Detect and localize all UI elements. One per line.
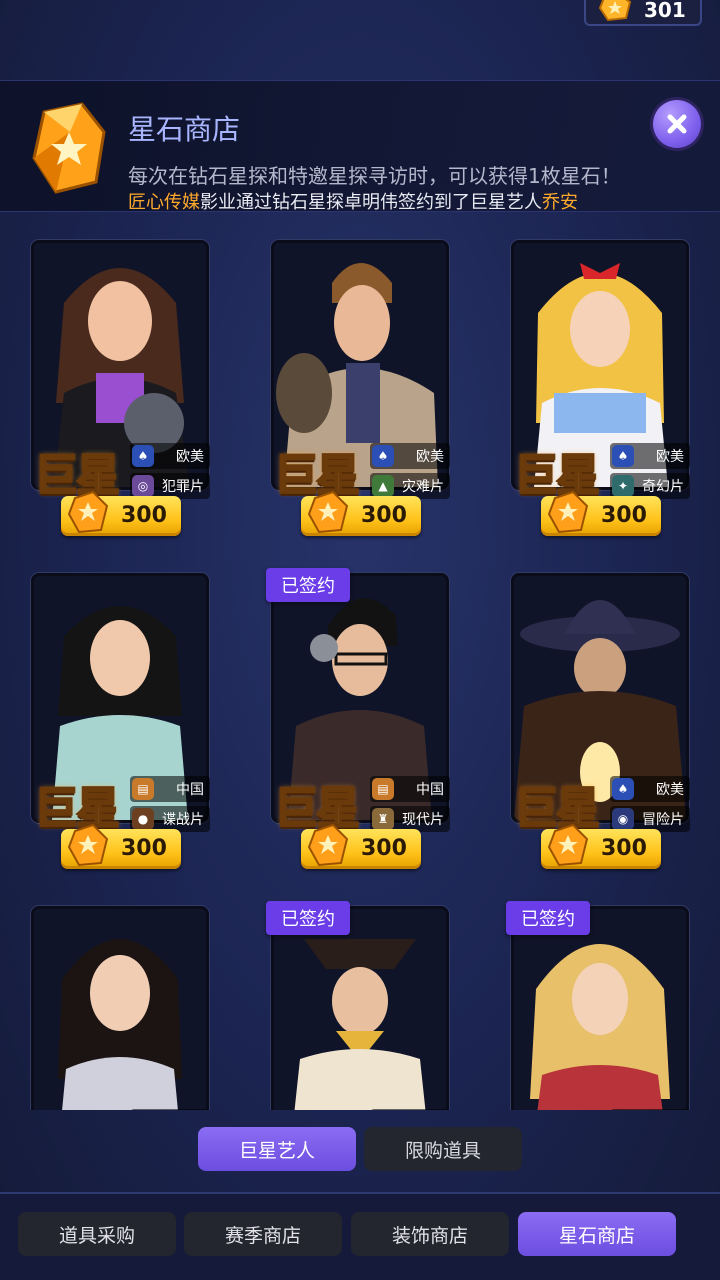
- artist-card[interactable]: ♠欧美 已签约: [506, 901, 690, 1110]
- star-stone-icon: [67, 490, 109, 534]
- price-value: 300: [601, 503, 647, 528]
- region-icon: ♠: [612, 445, 634, 467]
- genre-icon: ●: [132, 808, 154, 830]
- region-icon: ▤: [372, 778, 394, 800]
- nav-item-season-shop[interactable]: 赛季商店: [184, 1212, 342, 1256]
- artist-card[interactable]: 巨星 ▤ 中国 ● 谍战片: [31, 573, 210, 835]
- buy-button[interactable]: 300: [61, 823, 181, 869]
- region-tag: ▤中国: [130, 776, 210, 802]
- shop-title: 星石商店: [128, 113, 241, 146]
- signed-badge: 已签约: [506, 901, 590, 935]
- price-value: 300: [121, 503, 167, 528]
- star-stone-icon: [67, 823, 109, 867]
- currency-display: 301: [584, 0, 702, 26]
- buy-button[interactable]: 300: [301, 823, 421, 869]
- tab-limited-items[interactable]: 限购道具: [364, 1127, 522, 1171]
- star-stone-icon: [307, 490, 349, 534]
- star-stone-icon: [547, 490, 589, 534]
- star-stone-icon: [307, 823, 349, 867]
- price-value: 300: [121, 836, 167, 861]
- region-icon: ♠: [612, 778, 634, 800]
- genre-icon: ♜: [372, 808, 394, 830]
- star-stone-icon: [547, 823, 589, 867]
- region-tag: ♠欧美: [370, 443, 450, 469]
- artist-card[interactable]: 巨星 ♠ 欧美 ▲ 灾难片: [271, 240, 450, 502]
- region-tag: ▤中国: [130, 1109, 210, 1110]
- signed-badge: 已签约: [266, 568, 350, 602]
- artist-card[interactable]: 巨星 ▤ 中国 ♜ 现代片 已签约: [266, 568, 450, 835]
- artist-card[interactable]: 巨星 ♠ 欧美 ◎ 犯罪片: [31, 240, 210, 502]
- artist-card[interactable]: ▤中国 已签约: [266, 901, 450, 1110]
- buy-button[interactable]: 300: [61, 490, 181, 536]
- nav-item-decor-shop[interactable]: 装饰商店: [351, 1212, 509, 1256]
- artist-card[interactable]: 巨星 ♠ 欧美 ✦ 奇幻片: [511, 240, 690, 502]
- close-button[interactable]: [653, 100, 701, 148]
- close-icon: [667, 114, 687, 134]
- genre-icon: ◎: [132, 475, 154, 497]
- region-icon: ♠: [372, 445, 394, 467]
- region-tag: ♠欧美: [130, 443, 210, 469]
- star-stone-large-icon: [32, 102, 106, 194]
- artist-portrait: [34, 909, 206, 1110]
- price-value: 300: [361, 836, 407, 861]
- genre-icon: ✦: [612, 475, 634, 497]
- region-tag: ▤中国: [370, 1109, 450, 1110]
- artist-card[interactable]: ▤中国: [31, 906, 210, 1110]
- artist-portrait: [274, 909, 446, 1110]
- nav-item-purchase[interactable]: 道具采购: [18, 1212, 176, 1256]
- buy-button[interactable]: 300: [301, 490, 421, 536]
- artist-grid: 巨星 ♠ 欧美 ◎ 犯罪片 300 巨星 ♠ 欧美 ▲ 灾难片 300 巨星 ♠…: [0, 230, 720, 1110]
- news-ticker: 匠心传媒影业通过钻石星探卓明伟签约到了巨星艺人乔安: [128, 188, 578, 214]
- shop-description: 每次在钻石星探和特邀星探寻访时，可以获得1枚星石！: [128, 164, 621, 188]
- region-icon: ▤: [132, 778, 154, 800]
- price-value: 300: [601, 836, 647, 861]
- news-company: 匠心传媒: [128, 192, 200, 213]
- genre-icon: ◉: [612, 808, 634, 830]
- price-value: 300: [361, 503, 407, 528]
- region-tag: ♠欧美: [610, 1109, 690, 1110]
- nav-item-star-stone-shop[interactable]: 星石商店: [518, 1212, 676, 1256]
- artist-portrait: [514, 909, 686, 1110]
- star-stone-icon: [598, 0, 632, 22]
- region-tag: ♠欧美: [610, 776, 690, 802]
- tab-superstar-artists[interactable]: 巨星艺人: [198, 1127, 356, 1171]
- buy-button[interactable]: 300: [541, 823, 661, 869]
- news-text: 影业通过钻石星探卓明伟签约到了巨星艺人: [200, 192, 542, 213]
- region-tag: ▤中国: [370, 776, 450, 802]
- artist-card[interactable]: 巨星 ♠ 欧美 ◉ 冒险片: [511, 573, 690, 835]
- region-tag: ♠欧美: [610, 443, 690, 469]
- currency-amount: 301: [644, 0, 686, 22]
- region-icon: ♠: [132, 445, 154, 467]
- news-artist: 乔安: [542, 192, 578, 213]
- genre-icon: ▲: [372, 475, 394, 497]
- signed-badge: 已签约: [266, 901, 350, 935]
- buy-button[interactable]: 300: [541, 490, 661, 536]
